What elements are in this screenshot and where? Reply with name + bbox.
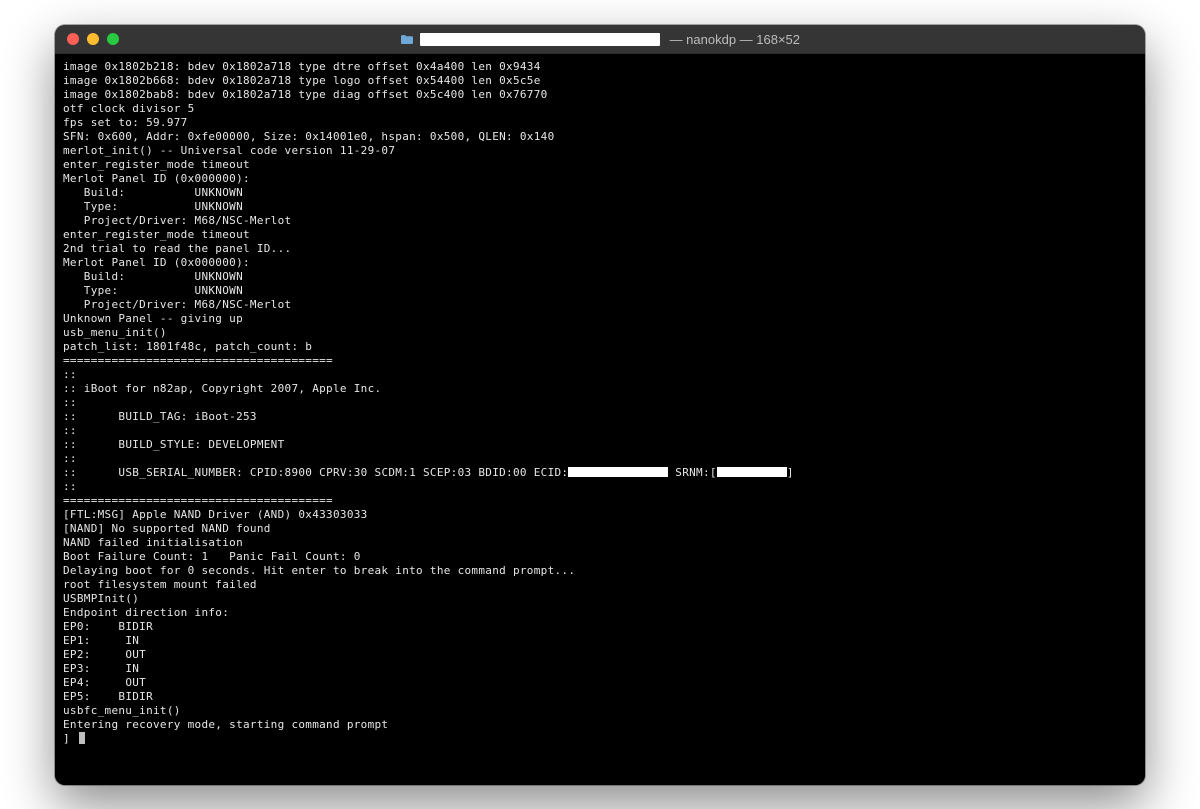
terminal-window: — nanokdp — 168×52 image 0x1802b218: bde… (55, 25, 1145, 785)
prompt: ] (63, 732, 77, 745)
traffic-lights (67, 33, 119, 45)
terminal-line: Project/Driver: M68/NSC-Merlot (63, 298, 1137, 312)
terminal-line: [NAND] No supported NAND found (63, 522, 1137, 536)
zoom-button[interactable] (107, 33, 119, 45)
redacted-ecid (568, 467, 668, 477)
terminal-line: [FTL:MSG] Apple NAND Driver (AND) 0x4330… (63, 508, 1137, 522)
cursor (79, 732, 85, 744)
redacted-title-path (420, 33, 660, 46)
terminal-line: :: (63, 452, 1137, 466)
terminal-line: image 0x1802b668: bdev 0x1802a718 type l… (63, 74, 1137, 88)
terminal-line: enter_register_mode timeout (63, 228, 1137, 242)
terminal-line: Unknown Panel -- giving up (63, 312, 1137, 326)
close-button[interactable] (67, 33, 79, 45)
titlebar[interactable]: — nanokdp — 168×52 (55, 25, 1145, 54)
terminal-line: ======================================= (63, 494, 1137, 508)
terminal-line: image 0x1802bab8: bdev 0x1802a718 type d… (63, 88, 1137, 102)
terminal-line: Type: UNKNOWN (63, 200, 1137, 214)
terminal-line: Entering recovery mode, starting command… (63, 718, 1137, 732)
terminal-line: :: iBoot for n82ap, Copyright 2007, Appl… (63, 382, 1137, 396)
terminal-line: :: (63, 396, 1137, 410)
terminal-line: EP1: IN (63, 634, 1137, 648)
terminal-line: :: (63, 424, 1137, 438)
terminal-line: Boot Failure Count: 1 Panic Fail Count: … (63, 550, 1137, 564)
terminal-line: :: BUILD_STYLE: DEVELOPMENT (63, 438, 1137, 452)
terminal-line: Merlot Panel ID (0x000000): (63, 172, 1137, 186)
terminal-line: 2nd trial to read the panel ID... (63, 242, 1137, 256)
terminal-line: NAND failed initialisation (63, 536, 1137, 550)
terminal-line: :: (63, 480, 1137, 494)
terminal-line: EP4: OUT (63, 676, 1137, 690)
terminal-line: Build: UNKNOWN (63, 186, 1137, 200)
terminal-line: root filesystem mount failed (63, 578, 1137, 592)
terminal-line: usb_menu_init() (63, 326, 1137, 340)
terminal-line: :: BUILD_TAG: iBoot-253 (63, 410, 1137, 424)
terminal-line: usbfc_menu_init() (63, 704, 1137, 718)
terminal-line: Project/Driver: M68/NSC-Merlot (63, 214, 1137, 228)
minimize-button[interactable] (87, 33, 99, 45)
terminal-line: EP2: OUT (63, 648, 1137, 662)
window-title: — nanokdp — 168×52 (55, 32, 1145, 47)
terminal-line: :: USB_SERIAL_NUMBER: CPID:8900 CPRV:30 … (63, 466, 1137, 480)
terminal-line: fps set to: 59.977 (63, 116, 1137, 130)
folder-icon (400, 34, 414, 45)
terminal-line: USBMPInit() (63, 592, 1137, 606)
prompt-line[interactable]: ] (63, 732, 1137, 746)
terminal-line: Merlot Panel ID (0x000000): (63, 256, 1137, 270)
terminal-line: :: (63, 368, 1137, 382)
terminal-line: otf clock divisor 5 (63, 102, 1137, 116)
terminal-line: SFN: 0x600, Addr: 0xfe00000, Size: 0x140… (63, 130, 1137, 144)
terminal-line: patch_list: 1801f48c, patch_count: b (63, 340, 1137, 354)
terminal-line: Type: UNKNOWN (63, 284, 1137, 298)
redacted-srnm (717, 467, 787, 477)
terminal-line: EP3: IN (63, 662, 1137, 676)
terminal-line: merlot_init() -- Universal code version … (63, 144, 1137, 158)
terminal-line: EP0: BIDIR (63, 620, 1137, 634)
terminal-line: Build: UNKNOWN (63, 270, 1137, 284)
terminal-line: EP5: BIDIR (63, 690, 1137, 704)
terminal-line: enter_register_mode timeout (63, 158, 1137, 172)
terminal-line: ======================================= (63, 354, 1137, 368)
terminal-line: image 0x1802b218: bdev 0x1802a718 type d… (63, 60, 1137, 74)
terminal-output[interactable]: image 0x1802b218: bdev 0x1802a718 type d… (55, 54, 1145, 785)
terminal-line: Delaying boot for 0 seconds. Hit enter t… (63, 564, 1137, 578)
terminal-line: Endpoint direction info: (63, 606, 1137, 620)
title-suffix: — nanokdp — 168×52 (666, 32, 800, 47)
